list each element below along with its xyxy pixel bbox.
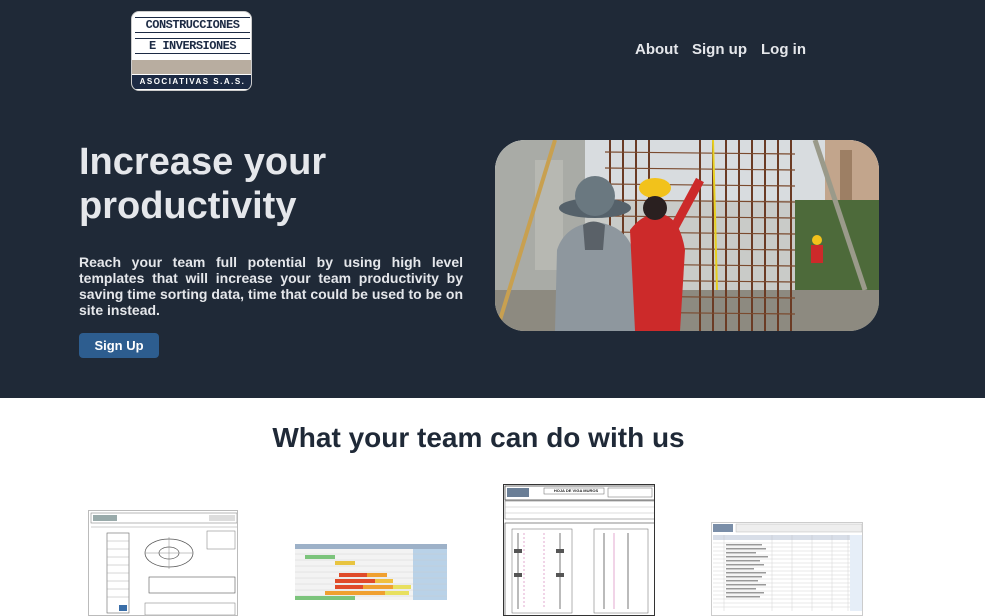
hero-signup-button[interactable]: Sign Up	[79, 333, 159, 358]
hero-section: CONSTRUCCIONES E INVERSIONES ASOCIATIVAS…	[0, 0, 985, 398]
nav-signup-link[interactable]: Sign up	[692, 41, 747, 58]
logo-line-3: ASOCIATIVAS S.A.S.	[132, 75, 251, 89]
nav-about-link[interactable]: About	[635, 41, 678, 58]
logo-line-2: E INVERSIONES	[135, 38, 250, 54]
company-logo[interactable]: CONSTRUCCIONES E INVERSIONES ASOCIATIVAS…	[131, 11, 252, 91]
logo-line-1: CONSTRUCCIONES	[135, 17, 250, 33]
beam-sheet-thumbnail[interactable]: HOJA DE VIGA MUROS	[503, 484, 655, 616]
structural-drawing-thumbnail[interactable]	[88, 510, 238, 616]
hero-title: Increase your productivity	[79, 141, 327, 227]
progress-schedule-thumbnail[interactable]	[295, 544, 447, 600]
logo-band	[132, 60, 251, 74]
features-title: What your team can do with us	[272, 422, 685, 453]
beam-sheet-header: HOJA DE VIGA MUROS	[553, 488, 599, 493]
hero-description: Reach your team full potential by using …	[79, 254, 463, 318]
hero-construction-photo	[495, 140, 879, 331]
nav-login-link[interactable]: Log in	[761, 41, 806, 58]
quantities-spreadsheet-thumbnail[interactable]	[711, 522, 863, 616]
